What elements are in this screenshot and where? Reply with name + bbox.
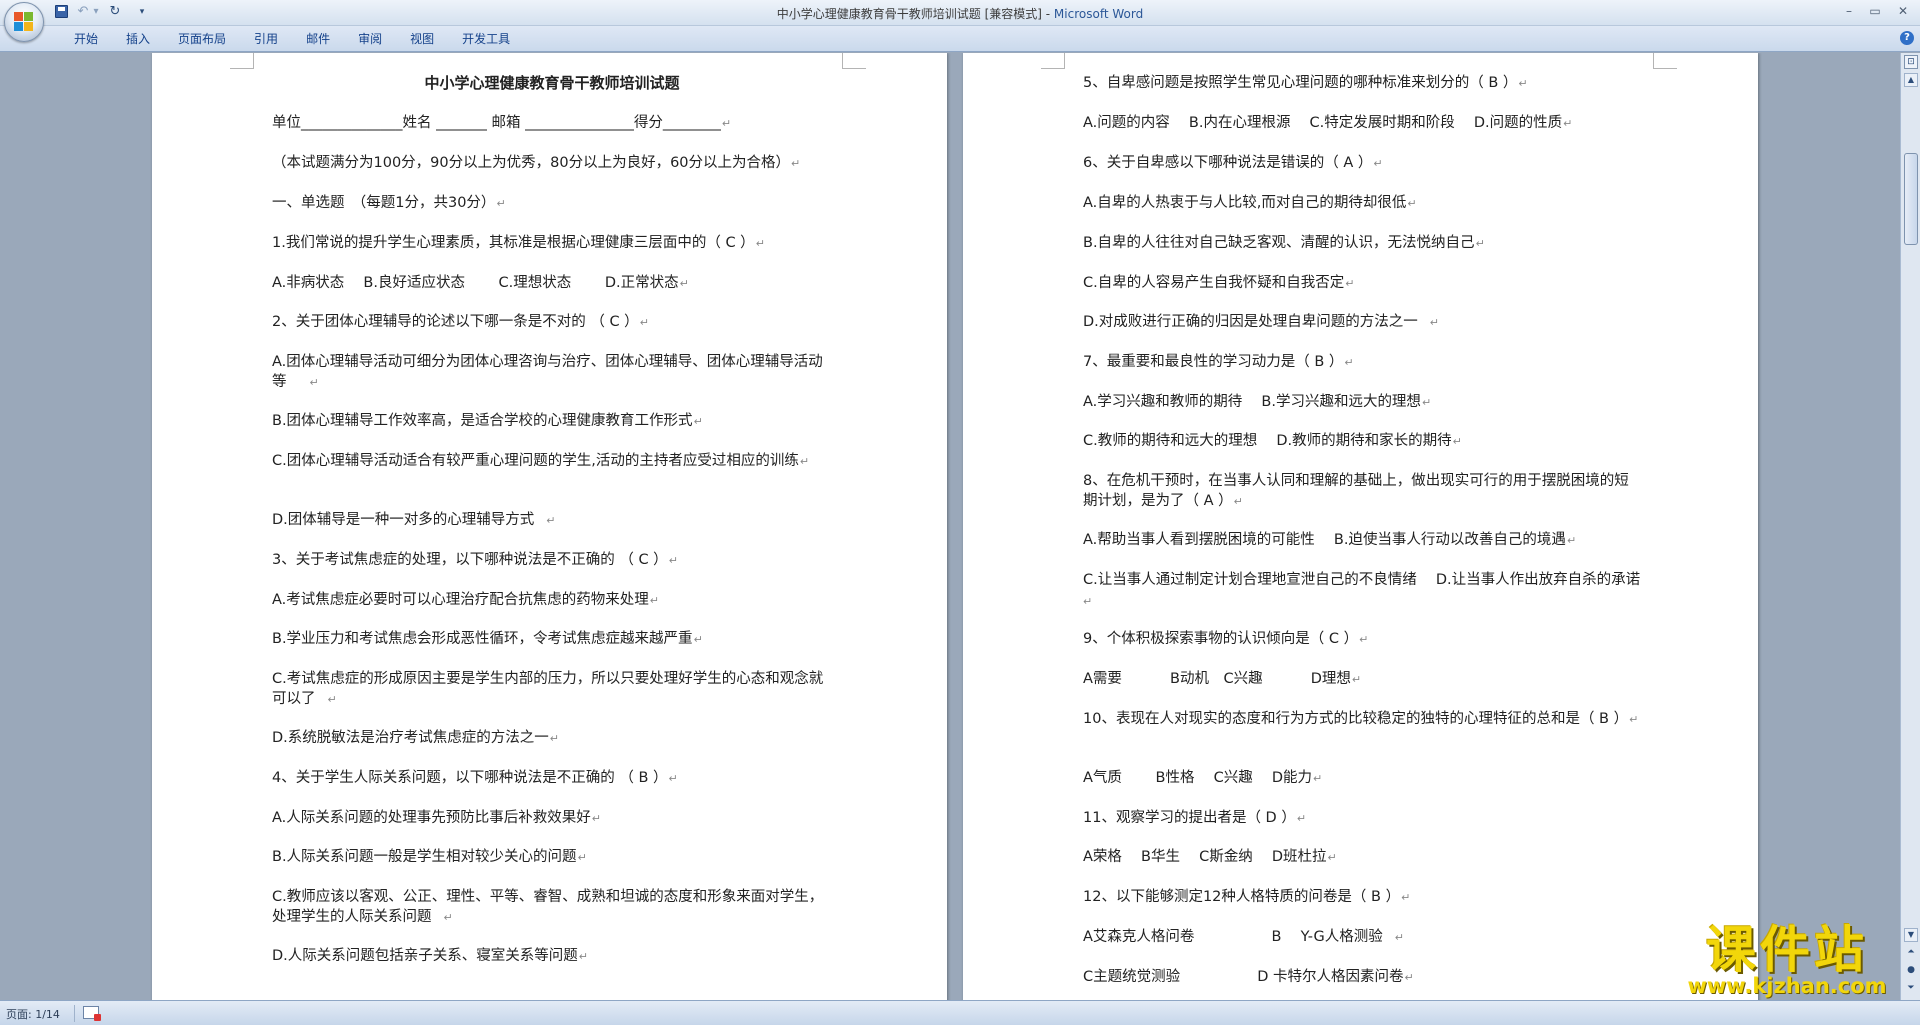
option: C.团体心理辅导活动适合有较严重心理问题的学生,活动的主持者应受过相应的训练↵ bbox=[272, 453, 810, 469]
ribbon: 开始 插入 页面布局 引用 邮件 审阅 视图 开发工具 ? bbox=[0, 26, 1920, 52]
vertical-scrollbar[interactable]: ⊡ ▲ ▼ ⏶ ● ⏷ bbox=[1900, 53, 1920, 1000]
option: D.对成败进行正确的归因是处理自卑问题的方法之一 ↵ bbox=[1083, 314, 1439, 330]
status-divider bbox=[74, 1005, 75, 1022]
option: A.考试焦虑症必要时可以心理治疗配合抗焦虑的药物来处理↵ bbox=[272, 592, 659, 608]
question: 4、关于学生人际关系问题，以下哪种说法是不正确的 （ B ）↵ bbox=[272, 770, 678, 786]
maximize-icon[interactable]: ▭ bbox=[1864, 3, 1886, 20]
office-button[interactable] bbox=[4, 2, 44, 42]
minimize-icon[interactable]: – bbox=[1838, 3, 1860, 20]
options: A荣格 B华生 C斯金纳 D班杜拉↵ bbox=[1083, 849, 1337, 865]
ribbon-tabs: 开始 插入 页面布局 引用 邮件 审阅 视图 开发工具 bbox=[60, 30, 524, 49]
browse-object-icon[interactable]: ● bbox=[1904, 964, 1918, 978]
tab-view[interactable]: 视图 bbox=[396, 30, 448, 49]
watermark-logo: 课件站 www.kjzhan.com bbox=[1672, 925, 1902, 1000]
option: B.团体心理辅导工作效率高，是适合学校的心理健康教育工作形式↵ bbox=[272, 413, 703, 429]
scroll-thumb[interactable] bbox=[1904, 153, 1918, 245]
options: C.教师的期待和远大的理想 D.教师的期待和家长的期待↵ bbox=[1083, 433, 1462, 449]
crop-mark bbox=[1041, 53, 1065, 69]
options: A.问题的内容 B.内在心理根源 C.特定发展时期和阶段 D.问题的性质↵ bbox=[1083, 115, 1573, 131]
next-page-icon[interactable]: ⏷ bbox=[1904, 982, 1918, 996]
document-title: 中小学心理健康教育骨干教师培训试题 bbox=[424, 74, 680, 92]
option: A.团体心理辅导活动可细分为团体心理咨询与治疗、团体心理辅导、团体心理辅导活动等… bbox=[272, 354, 823, 390]
section-heading: 一、单选题 （每题1分，共30分）↵ bbox=[272, 195, 506, 211]
option: D.系统脱敏法是治疗考试焦虑症的方法之一↵ bbox=[272, 730, 559, 746]
crop-mark bbox=[230, 53, 254, 69]
previous-page-icon[interactable]: ⏶ bbox=[1904, 946, 1918, 960]
scroll-up-icon[interactable]: ▲ bbox=[1904, 73, 1918, 87]
paragraph: （本试题满分为100分，90分以上为优秀，80分以上为良好，60分以上为合格）↵ bbox=[272, 155, 801, 171]
tab-references[interactable]: 引用 bbox=[240, 30, 292, 49]
options: A艾森克人格问卷 B Y-G人格测验 ↵ bbox=[1083, 929, 1404, 945]
option: A.自卑的人热衷于与人比较,而对自己的期待却很低↵ bbox=[1083, 195, 1417, 211]
scroll-down-icon[interactable]: ▼ bbox=[1904, 928, 1918, 942]
watermark-main-text: 课件站 bbox=[1706, 920, 1868, 979]
document-area[interactable]: 中小学心理健康教育骨干教师培训试题 单位______________姓名 ___… bbox=[0, 53, 1900, 1000]
option: A.人际关系问题的处理事先预防比事后补救效果好↵ bbox=[272, 810, 601, 826]
window-title-app: Microsoft Word bbox=[1053, 7, 1144, 21]
option: B.人际关系问题一般是学生相对较少关心的问题↵ bbox=[272, 849, 587, 865]
question: 3、关于考试焦虑症的处理，以下哪种说法是不正确的 （ C ）↵ bbox=[272, 552, 678, 568]
status-bar: 页面: 1/14 bbox=[0, 1000, 1920, 1025]
options: A需要 B动机 C兴趣 D理想↵ bbox=[1083, 671, 1362, 687]
question: 5、自卑感问题是按照学生常见心理问题的哪种标准来划分的（ B ）↵ bbox=[1083, 75, 1528, 91]
title-bar: ↶ ▾ ↻ ▾ 中小学心理健康教育骨干教师培训试题 [兼容模式] - Micro… bbox=[0, 0, 1920, 42]
options: C主题统觉测验 D 卡特尔人格因素问卷↵ bbox=[1083, 969, 1414, 985]
question: 2、关于团体心理辅导的论述以下哪一条是不对的 （ C ）↵ bbox=[272, 314, 649, 330]
options: A.帮助当事人看到摆脱困境的可能性 B.迫使当事人行动以改善自己的境遇↵ bbox=[1083, 532, 1577, 548]
options: A.学习兴趣和教师的期待 B.学习兴趣和远大的理想↵ bbox=[1083, 394, 1432, 410]
crop-mark bbox=[842, 53, 866, 69]
page-indicator[interactable]: 页面: 1/14 bbox=[6, 1006, 60, 1022]
question: 7、最重要和最良性的学习动力是（ B ）↵ bbox=[1083, 354, 1354, 370]
tab-mailings[interactable]: 邮件 bbox=[292, 30, 344, 49]
question: 12、以下能够测定12种人格特质的问卷是（ B ）↵ bbox=[1083, 889, 1411, 905]
question: 8、在危机干预时，在当事人认同和理解的基础上，做出现实可行的用于摆脱困境的短期计… bbox=[1083, 473, 1629, 509]
question: 6、关于自卑感以下哪种说法是错误的（ A ）↵ bbox=[1083, 155, 1383, 171]
option: B.自卑的人往往对自己缺乏客观、清醒的认识，无法悦纳自己↵ bbox=[1083, 235, 1485, 251]
watermark-url-text: www.kjzhan.com bbox=[1687, 974, 1887, 998]
page-left[interactable]: 中小学心理健康教育骨干教师培训试题 单位______________姓名 ___… bbox=[152, 53, 947, 1000]
tab-home[interactable]: 开始 bbox=[60, 30, 112, 49]
tab-developer[interactable]: 开发工具 bbox=[448, 30, 524, 49]
paragraph: 单位______________姓名 _______ 邮箱 __________… bbox=[272, 115, 732, 131]
options: A.非病状态 B.良好适应状态 C.理想状态 D.正常状态↵ bbox=[272, 275, 689, 291]
options: A气质 B性格 C兴趣 D能力↵ bbox=[1083, 770, 1323, 786]
options: C.让当事人通过制定计划合理地宣泄自己的不良情绪 D.让当事人作出放弃自杀的承诺… bbox=[1083, 572, 1653, 608]
close-icon[interactable]: ✕ bbox=[1892, 3, 1914, 20]
option: D.人际关系问题包括亲子关系、寝室关系等问题↵ bbox=[272, 948, 588, 964]
question: 1.我们常说的提升学生心理素质，其标准是根据心理健康三层面中的（ C ）↵ bbox=[272, 235, 765, 251]
option: C.自卑的人容易产生自我怀疑和自我否定↵ bbox=[1083, 275, 1355, 291]
view-ruler-icon[interactable]: ⊡ bbox=[1904, 55, 1918, 69]
question: 10、表现在人对现实的态度和行为方式的比较稳定的独特的心理特征的总和是（ B ）… bbox=[1083, 711, 1639, 727]
help-icon[interactable]: ? bbox=[1900, 31, 1914, 45]
window-title-document: 中小学心理健康教育骨干教师培训试题 [兼容模式] - bbox=[776, 7, 1054, 21]
office-logo-icon bbox=[14, 12, 34, 32]
window-title: 中小学心理健康教育骨干教师培训试题 [兼容模式] - Microsoft Wor… bbox=[0, 5, 1920, 22]
question: 11、观察学习的提出者是（ D ）↵ bbox=[1083, 810, 1307, 826]
tab-review[interactable]: 审阅 bbox=[344, 30, 396, 49]
tab-page-layout[interactable]: 页面布局 bbox=[164, 30, 240, 49]
option: C.教师应该以客观、公正、理性、平等、睿智、成熟和坦诚的态度和形象来面对学生，处… bbox=[272, 889, 824, 925]
option: B.学业压力和考试焦虑会形成恶性循环，令考试焦虑症越来越严重↵ bbox=[272, 631, 703, 647]
option: C.考试焦虑症的形成原因主要是学生内部的压力，所以只要处理好学生的心态和观念就可… bbox=[272, 671, 824, 707]
page-right[interactable]: 5、自卑感问题是按照学生常见心理问题的哪种标准来划分的（ B ）↵ A.问题的内… bbox=[963, 53, 1758, 1000]
crop-mark bbox=[1653, 53, 1677, 69]
tab-insert[interactable]: 插入 bbox=[112, 30, 164, 49]
question: 9、个体积极探索事物的认识倾向是（ C ）↵ bbox=[1083, 631, 1369, 647]
proofing-icon[interactable] bbox=[83, 1006, 101, 1021]
option: D.团体辅导是一种一对多的心理辅导方式 ↵ bbox=[272, 512, 556, 528]
